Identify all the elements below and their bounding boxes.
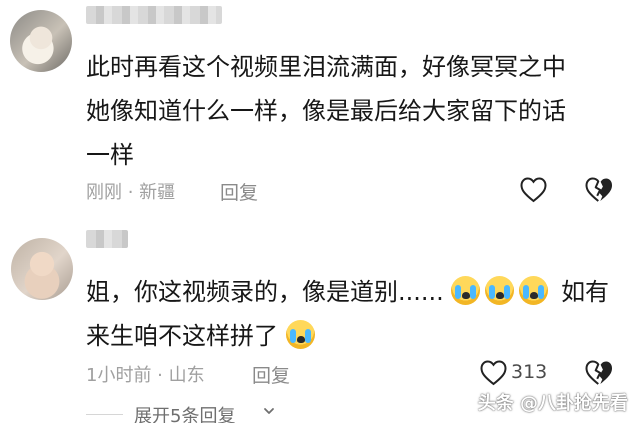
like-count: 313 <box>511 361 548 383</box>
reply-button[interactable]: 回复 <box>220 178 258 205</box>
broken-heart-icon[interactable] <box>584 359 613 386</box>
heart-icon[interactable] <box>519 176 548 203</box>
crying-face-emoji <box>451 276 481 305</box>
comment-line-with-emojis: 姐，你这视频录的，像是道别...... 如有 <box>86 270 626 314</box>
blurred-username[interactable] <box>86 6 222 24</box>
expand-replies-button[interactable]: 展开5条回复 <box>134 402 235 423</box>
watermark: 头条 @八卦抢先看 <box>477 393 628 414</box>
comment-line-with-emoji: 来生咱不这样拼了 <box>86 314 626 358</box>
avatar[interactable] <box>11 238 73 300</box>
comment-line: 她像知道什么一样，像是最后给大家留下的话 <box>86 97 566 125</box>
heart-icon[interactable] <box>479 359 508 386</box>
crying-face-emoji <box>519 276 549 305</box>
blurred-username[interactable] <box>86 230 128 248</box>
comment-text: 姐，你这视频录的，像是道别...... 如有 来生咱不这样拼了 <box>86 270 626 358</box>
comment-time-location: 刚刚 · 新疆 <box>86 182 176 203</box>
comment-line: 此时再看这个视频里泪流满面，好像冥冥之中 <box>86 53 566 81</box>
comments-screen: 此时再看这个视频里泪流满面，好像冥冥之中 她像知道什么一样，像是最后给大家留下的… <box>0 0 640 423</box>
comment-text: 此时再看这个视频里泪流满面，好像冥冥之中 她像知道什么一样，像是最后给大家留下的… <box>86 45 626 177</box>
avatar[interactable] <box>10 10 72 72</box>
chevron-down-icon[interactable] <box>263 405 275 417</box>
broken-heart-icon[interactable] <box>584 176 613 203</box>
comment-text-segment: 来生咱不这样拼了 <box>86 322 278 350</box>
comment-time-location: 1小时前 · 山东 <box>86 365 205 386</box>
comment-text-segment: 如有 <box>561 278 610 306</box>
crying-face-emoji <box>485 276 515 305</box>
reply-button[interactable]: 回复 <box>252 361 290 388</box>
crying-face-emoji <box>285 320 315 349</box>
expand-divider <box>86 414 123 415</box>
comment-line: 一样 <box>86 141 134 169</box>
comment-text-segment: 姐，你这视频录的，像是道别...... <box>86 278 444 306</box>
